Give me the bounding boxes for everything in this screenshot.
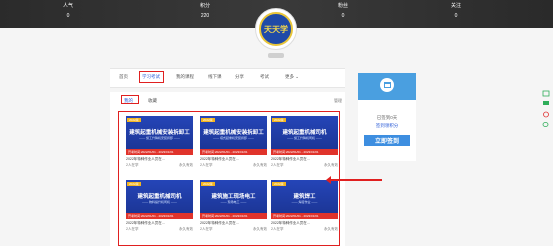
stat-label: 积分 bbox=[199, 3, 210, 9]
course-exam-period: 开考时间:2022/01/01 - 2023/01/01 bbox=[271, 213, 338, 219]
course-learners: 2人在学 bbox=[200, 163, 213, 167]
course-cover-subtitle: —— 塔式起重机安装拆卸 —— bbox=[213, 136, 254, 140]
course-learners: 2人在学 bbox=[126, 227, 139, 231]
avatar[interactable]: 天天学 bbox=[255, 8, 297, 50]
course-exam-period: 开考时间:2022/01/01 - 2023/01/01 bbox=[271, 149, 338, 155]
sign-points-text: 签到领积分 bbox=[375, 123, 399, 128]
course-validity: 永久有效 bbox=[179, 163, 193, 167]
message-icon[interactable] bbox=[542, 100, 550, 107]
stat-popularity: 人气 0 bbox=[38, 3, 98, 21]
course-validity: 永久有效 bbox=[324, 227, 338, 231]
course-cover-title: 建筑起重机械司机 bbox=[282, 130, 327, 136]
stat-value: 0 bbox=[454, 13, 458, 19]
course-learners: 2人在学 bbox=[200, 227, 213, 231]
course-validity: 永久有效 bbox=[253, 163, 267, 167]
stat-value: 0 bbox=[341, 13, 345, 19]
course-description: 2022年特种作业人员在... bbox=[271, 157, 310, 161]
stat-following: 关注 0 bbox=[426, 3, 486, 21]
stat-label: 粉丝 bbox=[337, 3, 348, 9]
course-cover-subtitle: —— 施工升降机司机 —— bbox=[287, 136, 322, 140]
sign-days-text: 已签到0天 bbox=[376, 115, 398, 120]
highlight-box-tab bbox=[121, 95, 139, 104]
calendar-icon bbox=[380, 78, 394, 92]
course-card[interactable]: 2022版 建筑起重机械司机 —— 物料提升机司机 —— 开考时间:2022/0… bbox=[126, 180, 193, 240]
course-cover-subtitle: —— 物料提升机司机 —— bbox=[142, 200, 177, 204]
share-icon[interactable] bbox=[542, 111, 550, 118]
course-cover: 2022版 建筑起重机械安装拆卸工 —— 塔式起重机安装拆卸 —— 开考时间:2… bbox=[200, 116, 267, 155]
course-card[interactable]: 2022版 建筑施工现场电工 —— 现场电工 —— 开考时间:2022/01/0… bbox=[200, 180, 267, 240]
course-description: 2022年特种作业人员在... bbox=[200, 221, 239, 225]
sign-in-button[interactable]: 立即签到 bbox=[364, 135, 410, 146]
course-card[interactable]: 2022版 建筑焊工 —— 焊接作业 —— 开考时间:2022/01/01 - … bbox=[271, 180, 338, 240]
course-exam-period: 开考时间:2022/01/01 - 2023/01/01 bbox=[126, 149, 193, 155]
sign-in-card: 已签到0天 签到领积分 立即签到 bbox=[358, 73, 416, 161]
course-tag: 2022版 bbox=[127, 182, 141, 186]
course-validity: 永久有效 bbox=[253, 227, 267, 231]
chevron-down-icon: ⌄ bbox=[295, 74, 300, 79]
course-learners: 2人在学 bbox=[271, 163, 284, 167]
course-description: 2022年特种作业人员在... bbox=[200, 157, 239, 161]
username-placeholder bbox=[268, 53, 284, 58]
annotation-arrow bbox=[326, 176, 382, 184]
course-cover: 2022版 建筑施工现场电工 —— 现场电工 —— 开考时间:2022/01/0… bbox=[200, 180, 267, 219]
course-tag: 2022版 bbox=[272, 118, 286, 122]
course-description: 2022年特种作业人员在... bbox=[126, 157, 165, 161]
course-learners: 2人在学 bbox=[126, 163, 139, 167]
course-cover-title: 建筑起重机械司机 bbox=[137, 194, 182, 200]
course-cover-subtitle: —— 现场电工 —— bbox=[220, 200, 247, 204]
course-cover: 2022版 建筑焊工 —— 焊接作业 —— 开考时间:2022/01/01 - … bbox=[271, 180, 338, 219]
course-card[interactable]: 2022版 建筑起重机械安装拆卸工 —— 施工升降机安装拆卸 —— 开考时间:2… bbox=[126, 116, 193, 176]
stat-label: 人气 bbox=[62, 3, 73, 9]
nav-more-label: 更多 bbox=[285, 74, 294, 79]
course-validity: 永久有效 bbox=[324, 163, 338, 167]
course-cover: 2022版 建筑起重机械司机 —— 施工升降机司机 —— 开考时间:2022/0… bbox=[271, 116, 338, 155]
course-cover-subtitle: —— 焊接作业 —— bbox=[291, 200, 318, 204]
course-exam-period: 开考时间:2022/01/01 - 2023/01/01 bbox=[200, 213, 267, 219]
course-tag: 2022版 bbox=[272, 182, 286, 186]
stat-label: 关注 bbox=[450, 3, 461, 9]
course-tag: 2022版 bbox=[201, 182, 215, 186]
course-card[interactable]: 2022版 建筑起重机械司机 —— 施工升降机司机 —— 开考时间:2022/0… bbox=[271, 116, 338, 176]
course-learners: 2人在学 bbox=[271, 227, 284, 231]
course-cover-title: 建筑起重机械安装拆卸工 bbox=[129, 130, 190, 136]
course-cover-title: 建筑起重机械安装拆卸工 bbox=[203, 130, 264, 136]
nav-home[interactable]: 首页 bbox=[119, 74, 128, 80]
wechat-icon[interactable] bbox=[542, 121, 550, 128]
tab-favorites[interactable]: 收藏 bbox=[148, 98, 157, 104]
stat-points: 积分 220 bbox=[175, 3, 235, 21]
course-tag: 2022版 bbox=[201, 118, 215, 122]
manage-link[interactable]: 管理 bbox=[334, 98, 342, 104]
course-cover-title: 建筑施工现场电工 bbox=[211, 194, 256, 200]
page: 人气 0 积分 220 粉丝 0 关注 0 天天学 首页 学习考试 我的课程 线… bbox=[0, 0, 553, 246]
avatar-logo: 天天学 bbox=[259, 12, 293, 46]
course-description: 2022年特种作业人员在... bbox=[126, 221, 165, 225]
nav-my-courses[interactable]: 我的课程 bbox=[176, 74, 194, 80]
course-cover-subtitle: —— 施工升降机安装拆卸 —— bbox=[139, 136, 180, 140]
course-cover: 2022版 建筑起重机械司机 —— 物料提升机司机 —— 开考时间:2022/0… bbox=[126, 180, 193, 219]
stat-value: 0 bbox=[66, 13, 70, 19]
avatar-text: 天天学 bbox=[264, 23, 288, 34]
highlight-box-nav bbox=[139, 71, 164, 83]
course-cover: 2022版 建筑起重机械安装拆卸工 —— 施工升降机安装拆卸 —— 开考时间:2… bbox=[126, 116, 193, 155]
course-card[interactable]: 2022版 建筑起重机械安装拆卸工 —— 塔式起重机安装拆卸 —— 开考时间:2… bbox=[200, 116, 267, 176]
course-validity: 永久有效 bbox=[179, 227, 193, 231]
sign-in-header bbox=[358, 73, 416, 100]
nav-offline[interactable]: 线下课 bbox=[208, 74, 222, 80]
nav-exam[interactable]: 考试 bbox=[260, 74, 269, 80]
calendar-icon[interactable] bbox=[542, 90, 550, 97]
stat-fans: 粉丝 0 bbox=[313, 3, 373, 21]
course-tag: 2022版 bbox=[127, 118, 141, 122]
nav-share[interactable]: 分享 bbox=[235, 74, 244, 80]
course-description: 2022年特种作业人员在... bbox=[271, 221, 310, 225]
nav-more[interactable]: 更多 ⌄ bbox=[285, 74, 299, 80]
course-exam-period: 开考时间:2022/01/01 - 2023/01/01 bbox=[126, 213, 193, 219]
course-cover-title: 建筑焊工 bbox=[293, 194, 316, 200]
stat-value: 220 bbox=[200, 13, 210, 19]
course-exam-period: 开考时间:2022/01/01 - 2023/01/01 bbox=[200, 149, 267, 155]
